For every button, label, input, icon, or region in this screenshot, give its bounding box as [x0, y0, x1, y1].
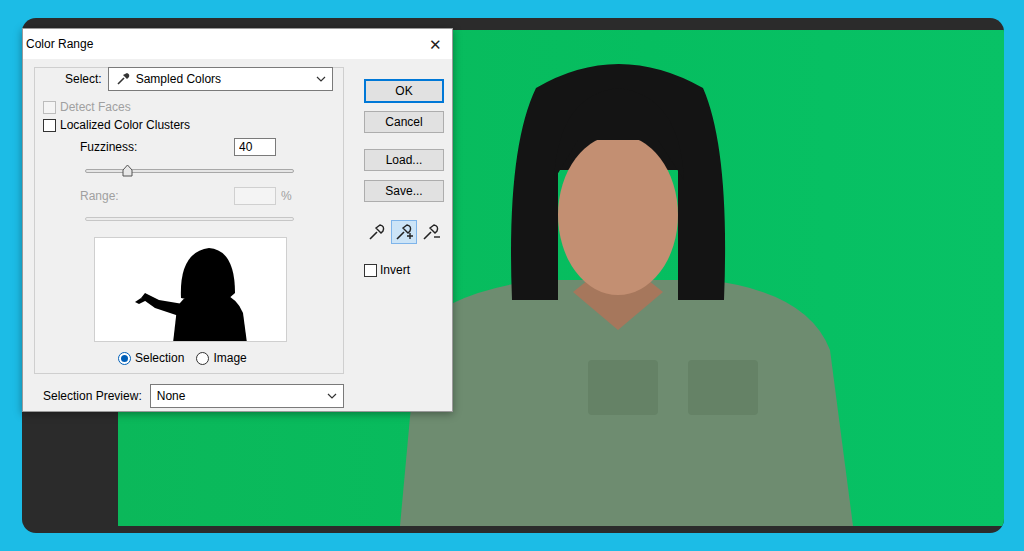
- title-bar: Color Range ✕: [23, 29, 452, 59]
- range-unit: %: [281, 187, 292, 205]
- invert-label: Invert: [380, 261, 410, 279]
- range-input: [234, 187, 276, 205]
- fuzziness-input[interactable]: [234, 138, 276, 156]
- button-label: Save...: [385, 184, 422, 198]
- selection-preview-row: Selection Preview: None: [34, 384, 358, 408]
- preview-mode-radio[interactable]: [196, 352, 209, 365]
- selection-preview-value: None: [157, 387, 327, 405]
- slider-track[interactable]: [85, 169, 294, 173]
- dialog-button[interactable]: Cancel: [364, 111, 444, 133]
- selection-preview-dropdown[interactable]: None: [150, 384, 344, 408]
- eyedropper-icon: [115, 71, 131, 87]
- fuzziness-label: Fuzziness:: [80, 138, 234, 156]
- chevron-down-icon: [327, 391, 337, 401]
- range-row: Range:%: [35, 187, 343, 205]
- close-button[interactable]: ✕: [429, 37, 442, 52]
- dialog-body: Select: Sampled Colors Detect FacesLocaliz…: [23, 59, 452, 408]
- color-range-dialog: Color Range ✕ Select: Sampled Colors Detect …: [22, 28, 453, 412]
- settings-group: Select: Sampled Colors Detect FacesLocaliz…: [34, 67, 344, 374]
- preview-mode-label: Image: [213, 349, 246, 367]
- subtract-eyedropper-icon: [420, 221, 442, 243]
- range-label: Range:: [80, 187, 234, 205]
- eyedropper-tool[interactable]: [391, 220, 417, 244]
- range-slider: [85, 212, 294, 226]
- dialog-button[interactable]: OK: [364, 79, 444, 103]
- eyedropper-icon: [366, 221, 388, 243]
- option-label: Detect Faces: [60, 98, 131, 116]
- selection-preview-label: Selection Preview:: [43, 387, 142, 405]
- select-label: Select:: [65, 70, 102, 88]
- eyedropper-tool[interactable]: [364, 220, 390, 244]
- option-checkbox-row: Detect Faces: [35, 98, 343, 116]
- preview-mode-option[interactable]: Selection: [118, 349, 184, 367]
- silhouette-mask: [95, 238, 287, 342]
- slider-thumb[interactable]: [122, 164, 133, 177]
- fuzziness-row: Fuzziness:: [35, 138, 343, 156]
- option-checkbox: [43, 101, 56, 114]
- button-label: Load...: [386, 153, 423, 167]
- dialog-button[interactable]: Load...: [364, 149, 444, 171]
- chevron-down-icon: [316, 74, 326, 84]
- dialog-button[interactable]: Save...: [364, 180, 444, 202]
- preview-mode-group: Selection Image: [35, 349, 343, 367]
- button-column: OK Cancel Load... Save... Invert: [364, 67, 444, 408]
- option-checkbox[interactable]: [43, 119, 56, 132]
- preview-mode-label: Selection: [135, 349, 184, 367]
- option-checkbox-row[interactable]: Localized Color Clusters: [35, 116, 343, 134]
- button-label: Cancel: [385, 115, 422, 129]
- dialog-title: Color Range: [26, 35, 93, 53]
- preview-mode-option[interactable]: Image: [196, 349, 246, 367]
- eyedropper-tool[interactable]: [418, 220, 444, 244]
- invert-checkbox[interactable]: [364, 264, 377, 277]
- invert-checkbox-row[interactable]: Invert: [364, 261, 444, 279]
- fuzziness-slider[interactable]: [85, 164, 294, 178]
- settings-column: Select: Sampled Colors Detect FacesLocaliz…: [34, 67, 358, 408]
- button-label: OK: [395, 84, 412, 98]
- option-label: Localized Color Clusters: [60, 116, 190, 134]
- preview-mode-radio[interactable]: [118, 352, 131, 365]
- select-row: Select: Sampled Colors: [35, 67, 343, 91]
- selection-preview-image: [94, 237, 287, 342]
- select-dropdown[interactable]: Sampled Colors: [108, 67, 333, 91]
- add-eyedropper-icon: [393, 221, 415, 243]
- select-value: Sampled Colors: [136, 70, 316, 88]
- slider-track: [85, 217, 294, 221]
- eyedropper-tools: [364, 220, 444, 244]
